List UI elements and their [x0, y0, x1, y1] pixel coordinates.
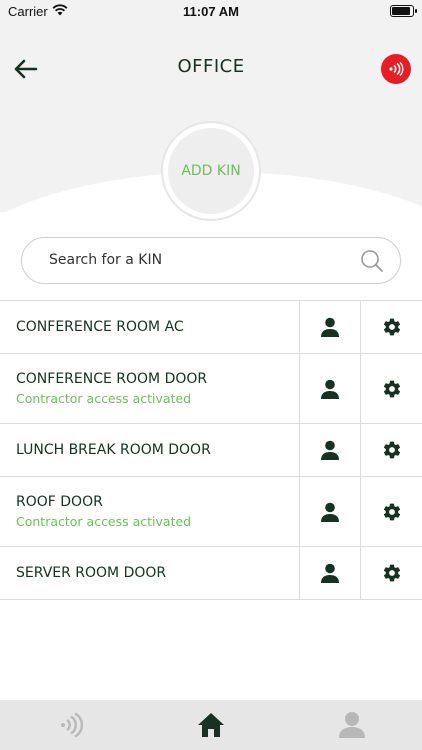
- room-text[interactable]: SERVER ROOM DOOR: [0, 547, 299, 599]
- gear-icon: [383, 503, 400, 520]
- user-icon: [321, 379, 339, 399]
- gear-icon: [383, 380, 400, 397]
- search-placeholder: Search for a KIN: [49, 252, 163, 268]
- user-button[interactable]: [299, 301, 360, 353]
- search-input[interactable]: Search for a KIN: [21, 237, 401, 284]
- battery-icon: [390, 5, 417, 17]
- user-icon: [321, 317, 339, 337]
- settings-button[interactable]: [360, 301, 422, 353]
- room-name: CONFERENCE ROOM DOOR: [16, 371, 208, 387]
- user-button[interactable]: [299, 477, 360, 546]
- home-icon: [198, 713, 224, 737]
- settings-button[interactable]: [360, 354, 422, 423]
- nfc-icon: [389, 62, 404, 76]
- room-row[interactable]: CONFERENCE ROOM DOOR Contractor access a…: [0, 354, 422, 424]
- tab-profile[interactable]: [282, 700, 422, 750]
- user-icon: [321, 563, 339, 583]
- room-name: SERVER ROOM DOOR: [16, 565, 167, 581]
- room-text[interactable]: CONFERENCE ROOM DOOR Contractor access a…: [0, 354, 299, 423]
- room-status: Contractor access activated: [16, 391, 192, 406]
- tab-home[interactable]: [141, 700, 281, 750]
- user-icon: [321, 502, 339, 522]
- room-status: Contractor access activated: [16, 514, 192, 529]
- profile-icon: [339, 712, 365, 738]
- tab-nfc[interactable]: [0, 700, 140, 750]
- nfc-icon: [61, 712, 83, 738]
- room-list: CONFERENCE ROOM AC CONFERENCE ROOM DOOR …: [0, 300, 422, 600]
- gear-icon: [383, 441, 400, 459]
- room-row[interactable]: ROOF DOOR Contractor access activated: [0, 477, 422, 547]
- page-title: OFFICE: [177, 56, 245, 77]
- add-kin-label: ADD KIN: [168, 128, 254, 214]
- room-row[interactable]: CONFERENCE ROOM AC: [0, 301, 422, 354]
- room-text[interactable]: CONFERENCE ROOM AC: [0, 301, 299, 353]
- room-text[interactable]: ROOF DOOR Contractor access activated: [0, 477, 299, 546]
- search-icon[interactable]: [360, 249, 384, 273]
- clock: 11:07 AM: [183, 4, 239, 19]
- user-button[interactable]: [299, 354, 360, 423]
- settings-button[interactable]: [360, 547, 422, 599]
- room-row[interactable]: SERVER ROOM DOOR: [0, 547, 422, 600]
- gear-icon: [383, 564, 400, 582]
- nfc-button[interactable]: [381, 54, 411, 84]
- gear-icon: [383, 318, 400, 336]
- settings-button[interactable]: [360, 424, 422, 476]
- room-row[interactable]: LUNCH BREAK ROOM DOOR: [0, 424, 422, 477]
- room-name: LUNCH BREAK ROOM DOOR: [16, 442, 211, 458]
- add-kin-button[interactable]: ADD KIN: [161, 121, 261, 221]
- room-name: ROOF DOOR: [16, 494, 103, 510]
- tab-bar: [0, 700, 422, 750]
- status-bar: Carrier 11:07 AM: [0, 0, 422, 22]
- user-button[interactable]: [299, 547, 360, 599]
- user-icon: [321, 440, 339, 460]
- room-name: CONFERENCE ROOM AC: [16, 319, 184, 335]
- room-text[interactable]: LUNCH BREAK ROOM DOOR: [0, 424, 299, 476]
- settings-button[interactable]: [360, 477, 422, 546]
- user-button[interactable]: [299, 424, 360, 476]
